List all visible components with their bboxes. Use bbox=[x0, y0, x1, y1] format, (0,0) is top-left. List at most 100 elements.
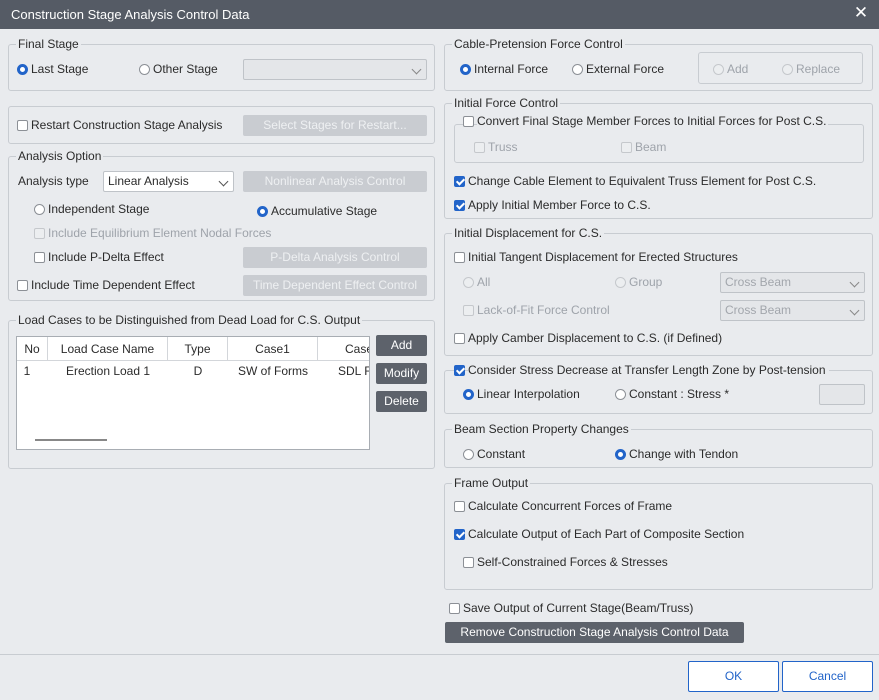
add-load-case-button[interactable]: Add bbox=[376, 335, 427, 356]
beam-section-legend: Beam Section Property Changes bbox=[454, 422, 629, 436]
independent-stage-radio[interactable] bbox=[34, 204, 45, 215]
initial-force-legend: Initial Force Control bbox=[454, 96, 559, 110]
group-radio[interactable] bbox=[615, 277, 626, 288]
add-label: Add bbox=[727, 62, 749, 76]
ok-button[interactable]: OK bbox=[688, 661, 779, 692]
time-dependent-control-button[interactable]: Time Dependent Effect Control bbox=[243, 275, 427, 296]
column-header-load-case-name[interactable]: Load Case Name bbox=[48, 337, 168, 361]
stress-decrease-checkbox[interactable] bbox=[454, 365, 465, 376]
tangent-displacement-label: Initial Tangent Displacement for Erected… bbox=[468, 250, 738, 264]
replace-radio[interactable] bbox=[782, 64, 793, 75]
convert-forces-checkbox[interactable] bbox=[463, 116, 474, 127]
concurrent-forces-checkbox[interactable] bbox=[454, 501, 465, 512]
load-cases-table[interactable]: No Load Case Name Type Case1 Case 1 Erec… bbox=[16, 336, 370, 450]
chevron-down-icon bbox=[411, 64, 422, 75]
analysis-type-value: Linear Analysis bbox=[108, 174, 189, 188]
composite-section-checkbox[interactable] bbox=[454, 529, 465, 540]
restart-label: Restart Construction Stage Analysis bbox=[31, 118, 223, 132]
other-stage-select[interactable] bbox=[243, 59, 427, 80]
beam-checkbox[interactable] bbox=[621, 142, 632, 153]
delete-load-case-button[interactable]: Delete bbox=[376, 391, 427, 412]
other-stage-label: Other Stage bbox=[153, 62, 218, 76]
column-header-no[interactable]: No bbox=[17, 337, 48, 361]
change-with-tendon-radio[interactable] bbox=[615, 449, 626, 460]
constant-stress-label: Constant : Stress * bbox=[629, 387, 730, 401]
camber-checkbox[interactable] bbox=[454, 333, 465, 344]
close-icon[interactable]: ✕ bbox=[852, 3, 870, 23]
external-force-label: External Force bbox=[586, 62, 665, 76]
horizontal-scrollbar[interactable] bbox=[35, 439, 107, 441]
cell-case2: SDL F bbox=[338, 364, 370, 378]
select-stages-button[interactable]: Select Stages for Restart... bbox=[243, 115, 427, 136]
analysis-option-legend: Analysis Option bbox=[18, 149, 102, 163]
column-header-type[interactable]: Type bbox=[168, 337, 228, 361]
include-equilibrium-label: Include Equilibrium Element Nodal Forces bbox=[48, 226, 272, 240]
truss-label: Truss bbox=[488, 140, 518, 154]
external-force-radio[interactable] bbox=[572, 64, 583, 75]
change-cable-checkbox[interactable] bbox=[454, 176, 465, 187]
change-cable-label: Change Cable Element to Equivalent Truss… bbox=[468, 174, 817, 188]
accumulative-stage-label: Accumulative Stage bbox=[271, 204, 378, 218]
title-bar: Construction Stage Analysis Control Data… bbox=[0, 0, 879, 29]
constant-stress-radio[interactable] bbox=[615, 389, 626, 400]
beam-section-group: Beam Section Property Changes bbox=[444, 422, 873, 468]
beam-label: Beam bbox=[635, 140, 667, 154]
include-time-dependent-checkbox[interactable] bbox=[17, 280, 28, 291]
internal-force-radio[interactable] bbox=[460, 64, 471, 75]
composite-section-label: Calculate Output of Each Part of Composi… bbox=[468, 527, 745, 541]
add-radio[interactable] bbox=[713, 64, 724, 75]
other-stage-radio[interactable] bbox=[139, 64, 150, 75]
save-output-label: Save Output of Current Stage(Beam/Truss) bbox=[463, 601, 694, 615]
column-header-case1[interactable]: Case1 bbox=[228, 337, 318, 361]
last-stage-radio[interactable] bbox=[17, 64, 28, 75]
cell-no: 1 bbox=[23, 364, 31, 378]
constant-radio[interactable] bbox=[463, 449, 474, 460]
lack-of-fit-checkbox[interactable] bbox=[463, 305, 474, 316]
lack-of-fit-select-value: Cross Beam bbox=[725, 303, 792, 317]
remove-control-data-button[interactable]: Remove Construction Stage Analysis Contr… bbox=[445, 622, 744, 643]
chevron-down-icon bbox=[849, 305, 860, 316]
all-label: All bbox=[477, 275, 491, 289]
self-constrained-checkbox[interactable] bbox=[463, 557, 474, 568]
cell-case1: SW of Forms bbox=[237, 364, 308, 378]
chevron-down-icon bbox=[218, 176, 229, 187]
truss-checkbox[interactable] bbox=[474, 142, 485, 153]
analysis-type-select[interactable]: Linear Analysis bbox=[103, 171, 234, 192]
group-label: Group bbox=[629, 275, 663, 289]
group-select-value: Cross Beam bbox=[725, 275, 792, 289]
camber-label: Apply Camber Displacement to C.S. (if De… bbox=[468, 331, 723, 345]
nonlinear-control-button[interactable]: Nonlinear Analysis Control bbox=[243, 171, 427, 192]
analysis-type-label: Analysis type bbox=[18, 174, 89, 188]
include-time-dependent-label: Include Time Dependent Effect bbox=[31, 278, 195, 292]
cell-type: D bbox=[193, 364, 203, 378]
lack-of-fit-label: Lack-of-Fit Force Control bbox=[477, 303, 610, 317]
include-pdelta-checkbox[interactable] bbox=[34, 252, 45, 263]
linear-interpolation-radio[interactable] bbox=[463, 389, 474, 400]
group-select[interactable]: Cross Beam bbox=[720, 272, 865, 293]
all-radio[interactable] bbox=[463, 277, 474, 288]
accumulative-stage-radio[interactable] bbox=[257, 206, 268, 217]
include-equilibrium-checkbox[interactable] bbox=[34, 228, 45, 239]
modify-load-case-button[interactable]: Modify bbox=[376, 363, 427, 384]
column-header-case2[interactable]: Case bbox=[318, 337, 369, 361]
chevron-down-icon bbox=[849, 277, 860, 288]
save-output-checkbox[interactable] bbox=[449, 603, 460, 614]
initial-displacement-legend: Initial Displacement for C.S. bbox=[454, 226, 603, 240]
apply-initial-label: Apply Initial Member Force to C.S. bbox=[468, 198, 651, 212]
final-stage-legend: Final Stage bbox=[18, 37, 79, 51]
cancel-button[interactable]: Cancel bbox=[782, 661, 873, 692]
stress-decrease-label: Consider Stress Decrease at Transfer Len… bbox=[468, 363, 829, 377]
include-pdelta-label: Include P-Delta Effect bbox=[48, 250, 164, 264]
constant-stress-input[interactable] bbox=[819, 384, 865, 405]
load-cases-legend: Load Cases to be Distinguished from Dead… bbox=[18, 313, 361, 327]
apply-initial-checkbox[interactable] bbox=[454, 200, 465, 211]
change-with-tendon-label: Change with Tendon bbox=[629, 447, 739, 461]
restart-checkbox[interactable] bbox=[17, 120, 28, 131]
replace-label: Replace bbox=[796, 62, 841, 76]
tangent-displacement-checkbox[interactable] bbox=[454, 252, 465, 263]
pdelta-control-button[interactable]: P-Delta Analysis Control bbox=[243, 247, 427, 268]
concurrent-forces-label: Calculate Concurrent Forces of Frame bbox=[468, 499, 673, 513]
linear-interpolation-label: Linear Interpolation bbox=[477, 387, 580, 401]
lack-of-fit-select[interactable]: Cross Beam bbox=[720, 300, 865, 321]
self-constrained-label: Self-Constrained Forces & Stresses bbox=[477, 555, 668, 569]
